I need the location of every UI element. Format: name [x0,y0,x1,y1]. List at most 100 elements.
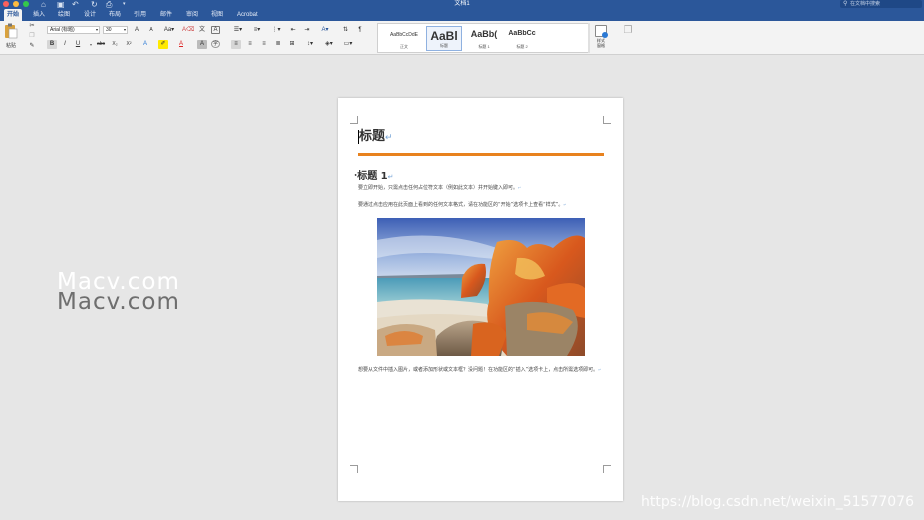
document-page[interactable]: 标题↵ •标题 1↵ 要立即开始，只需点击任何占位符文本（例如此文本）并开始键入… [338,98,623,501]
title-underline-rule [358,153,604,156]
style-sample: AaBl [430,29,458,43]
align-right-icon[interactable]: ≡ [259,40,269,49]
phonetic-guide-icon[interactable]: 文 [197,26,207,35]
styles-gallery-scroll[interactable] [588,23,590,53]
tab-mailings[interactable]: 邮件 [157,9,175,21]
clear-format-icon[interactable]: A⌫ [182,26,195,35]
doc-paragraph-3[interactable]: 想要从文件中插入图片，或者添加形状或文本框？没问题！在功能区的“插入”选项卡上，… [358,367,604,374]
text-effects-icon[interactable]: A [140,40,150,49]
bold-button[interactable]: B [47,40,57,49]
doc-paragraph-3-text: 想要从文件中插入图片，或者添加形状或文本框？没问题！在功能区的“插入”选项卡上，… [358,367,599,373]
subscript-button[interactable]: X₂ [110,40,120,49]
tab-insert[interactable]: 插入 [30,9,48,21]
paragraph-mark: ↵ [598,368,602,372]
style-name: 标题 2 [516,44,528,49]
tab-view[interactable]: 视图 [208,9,226,21]
shrink-font-button[interactable]: A [146,26,156,35]
paste-button[interactable]: 粘贴 [3,23,19,51]
dictate-icon[interactable]: ❐ [622,26,634,38]
paste-icon [5,23,18,39]
crop-mark [350,116,358,124]
distributed-icon[interactable]: ⊞ [287,40,297,49]
style-title[interactable]: AaBl 标题 [426,26,462,51]
decrease-indent-icon[interactable]: ⇤ [288,26,298,35]
tab-draw[interactable]: 绘图 [55,9,73,21]
char-shading-icon[interactable]: A [197,40,207,49]
paste-label: 粘贴 [5,43,16,49]
document-title: 文档1 [454,1,470,7]
doc-paragraph-1[interactable]: 要立即开始，只需点击任何占位符文本（例如此文本）并开始键入即可。↵ [358,185,604,192]
italic-button[interactable]: I [60,40,70,49]
doc-paragraph-1-text: 要立即开始，只需点击任何占位符文本（例如此文本）并开始键入即可。 [358,185,519,191]
asian-layout-icon[interactable]: A▾ [318,26,332,35]
underline-button[interactable]: U [73,40,83,49]
grow-font-button[interactable]: A [132,26,142,35]
format-painter-icon[interactable]: ✎ [27,42,37,51]
doc-title-text[interactable]: 标题↵ [358,125,393,144]
font-size-value: 30 [106,27,112,33]
doc-paragraph-2-text: 要通过点击应用在此页面上看到的任何文本格式，请在功能区的“开始”选项卡上查看“样… [358,202,564,208]
align-center-icon[interactable]: ≡ [245,40,255,49]
doc-heading-1-value: 标题 1 [357,171,388,182]
style-sample: AaBb( [470,29,498,39]
styles-gallery: AaBbCcDdE 正文 AaBl 标题 AaBb( 标题 1 AaBbCc 标… [377,23,590,53]
paragraph-mark: ↵ [385,133,393,143]
doc-paragraph-2[interactable]: 要通过点击应用在此页面上看到的任何文本格式，请在功能区的“开始”选项卡上查看“样… [358,202,604,209]
shading-icon[interactable]: ◈▾ [322,40,336,49]
crop-mark [603,465,611,473]
paragraph-mark: ↵ [518,186,521,190]
crop-mark [350,465,358,473]
strikethrough-button[interactable]: abc [94,40,108,49]
ribbon-tabs: 开始 插入 绘图 设计 布局 引用 邮件 审阅 视图 Acrobat [0,9,924,21]
tab-acrobat[interactable]: Acrobat [234,9,261,21]
crop-mark [603,116,611,124]
search-input[interactable]: ⚲ 在文档中搜索 [840,0,922,8]
change-case-icon[interactable]: Aa▾ [162,26,176,35]
numbering-icon[interactable]: ≡▾ [250,26,264,35]
search-icon: ⚲ [843,1,848,7]
paragraph-mark: ↵ [563,203,567,207]
justify-icon[interactable]: ≣ [273,40,283,49]
tab-references[interactable]: 引用 [131,9,149,21]
font-size-dropdown[interactable]: 30 ▾ [103,26,128,34]
bullets-icon[interactable]: ☰▾ [231,26,245,35]
styles-pane-label-2: 窗格 [597,43,605,48]
char-border-icon[interactable]: A [211,26,220,34]
font-name-value: Arial (标题) [50,27,75,33]
inserted-photo[interactable] [377,218,585,356]
style-sample: AaBbCcDdE [389,32,419,38]
landscape-image [377,218,585,356]
line-spacing-icon[interactable]: ↕▾ [303,40,317,49]
tab-review[interactable]: 审阅 [183,9,201,21]
font-color-icon[interactable]: A [176,40,186,49]
highlight-icon[interactable]: ✐ [158,40,168,49]
sort-icon[interactable]: ⇅ [339,26,352,35]
borders-icon[interactable]: ▭▾ [341,40,355,49]
doc-heading-1[interactable]: •标题 1↵ [354,167,394,182]
cut-icon[interactable]: ✂ [27,22,37,31]
style-normal[interactable]: AaBbCcDdE 正文 [386,26,422,51]
tab-design[interactable]: 设计 [81,9,99,21]
increase-indent-icon[interactable]: ⇥ [302,26,312,35]
watermark-line-2: Macv.com [57,289,180,315]
tab-layout[interactable]: 布局 [106,9,124,21]
show-marks-icon[interactable]: ¶ [355,26,365,35]
style-heading-1[interactable]: AaBb( 标题 1 [466,26,502,51]
copy-icon[interactable]: ❐ [27,32,37,41]
align-left-icon[interactable]: ≡ [231,40,241,49]
style-sample: AaBbCc [508,30,536,37]
enclose-char-icon[interactable]: 字 [211,40,220,48]
document-canvas[interactable]: 标题↵ •标题 1↵ 要立即开始，只需点击任何占位符文本（例如此文本）并开始键入… [0,55,924,520]
style-name: 正文 [400,44,408,49]
paragraph-mark: ↵ [387,173,394,181]
tab-home[interactable]: 开始 [4,9,23,21]
styles-pane-button[interactable]: 样式 窗格 [592,25,610,53]
styles-pane-icon [595,25,608,38]
title-bar: ⌂ ▣ ↶ ↻ ⎙ ▾ 文档1 ⚲ 在文档中搜索 [0,0,924,9]
superscript-button[interactable]: X² [124,40,134,49]
chevron-down-icon: ▾ [95,27,98,32]
style-name: 标题 1 [478,44,490,49]
font-name-dropdown[interactable]: Arial (标题) ▾ [47,26,100,34]
multilevel-list-icon[interactable]: ⋮▾ [269,26,283,35]
style-heading-2[interactable]: AaBbCc 标题 2 [504,26,540,51]
